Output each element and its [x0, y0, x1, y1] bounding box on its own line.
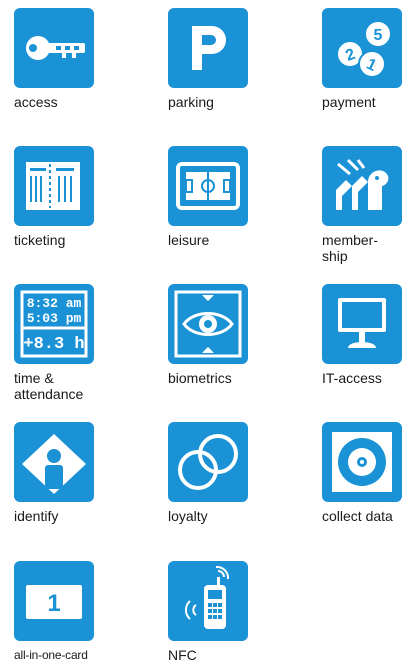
members-icon — [322, 146, 402, 226]
total-hours-text: +8.3 h — [23, 335, 84, 354]
time-line-2: attendance — [14, 386, 84, 402]
tile-label-identify: identify — [14, 508, 59, 524]
person-card-icon — [14, 422, 94, 502]
time-clock-icon: 8:32 am 5:03 pm +8.3 h — [14, 284, 94, 364]
tile-label-it-access: IT-access — [322, 370, 382, 386]
tile-collect-data[interactable]: collect data — [322, 422, 402, 524]
tile-time-attendance[interactable]: 8:32 am 5:03 pm +8.3 h time & attendance — [14, 284, 94, 402]
tile-it-access[interactable]: IT-access — [322, 284, 402, 386]
tickets-icon — [14, 146, 94, 226]
tile-ticketing[interactable]: ticketing — [14, 146, 94, 248]
card-number-text: 1 — [47, 590, 60, 617]
tile-identify[interactable]: identify — [14, 422, 94, 524]
membership-line-2: ship — [322, 248, 348, 264]
tile-leisure[interactable]: leisure — [168, 146, 248, 248]
tile-label-payment: payment — [322, 94, 376, 110]
disc-icon — [322, 422, 402, 502]
tile-parking[interactable]: parking — [168, 8, 248, 110]
nfc-phone-icon — [168, 561, 248, 641]
time-in-text: 8:32 am — [27, 296, 82, 311]
tile-label-loyalty: loyalty — [168, 508, 208, 524]
eye-icon — [168, 284, 248, 364]
tile-label-leisure: leisure — [168, 232, 210, 248]
tile-membership[interactable]: member- ship — [322, 146, 402, 264]
tile-access[interactable]: access — [14, 8, 94, 110]
monitor-icon — [322, 284, 402, 364]
tile-label-membership: member- ship — [322, 232, 402, 264]
time-out-text: 5:03 pm — [27, 311, 82, 326]
tile-label-ticketing: ticketing — [14, 232, 66, 248]
tile-all-in-one-card[interactable]: 1 all-in-one-card — [14, 561, 94, 663]
tile-nfc[interactable]: NFC — [168, 561, 248, 663]
coins-icon: 5 2 1 — [322, 8, 402, 88]
tile-payment[interactable]: 5 2 1 payment — [322, 8, 402, 110]
tile-loyalty[interactable]: loyalty — [168, 422, 248, 524]
tile-label-access: access — [14, 94, 58, 110]
time-line-1: time & — [14, 370, 54, 386]
membership-line-1: member- — [322, 232, 379, 248]
tile-biometrics[interactable]: biometrics — [168, 284, 248, 386]
key-icon — [14, 8, 94, 88]
card-one-icon: 1 — [14, 561, 94, 641]
tile-label-parking: parking — [168, 94, 214, 110]
parking-icon — [168, 8, 248, 88]
interlocked-rings-icon — [168, 422, 248, 502]
tile-label-collect-data: collect data — [322, 508, 393, 524]
tile-label-all-in-one-card: all-in-one-card — [14, 648, 88, 662]
svg-text:5: 5 — [374, 27, 383, 44]
football-field-icon — [168, 146, 248, 226]
tile-label-time-attendance: time & attendance — [14, 370, 94, 402]
tile-label-biometrics: biometrics — [168, 370, 232, 386]
tile-label-nfc: NFC — [168, 647, 197, 663]
